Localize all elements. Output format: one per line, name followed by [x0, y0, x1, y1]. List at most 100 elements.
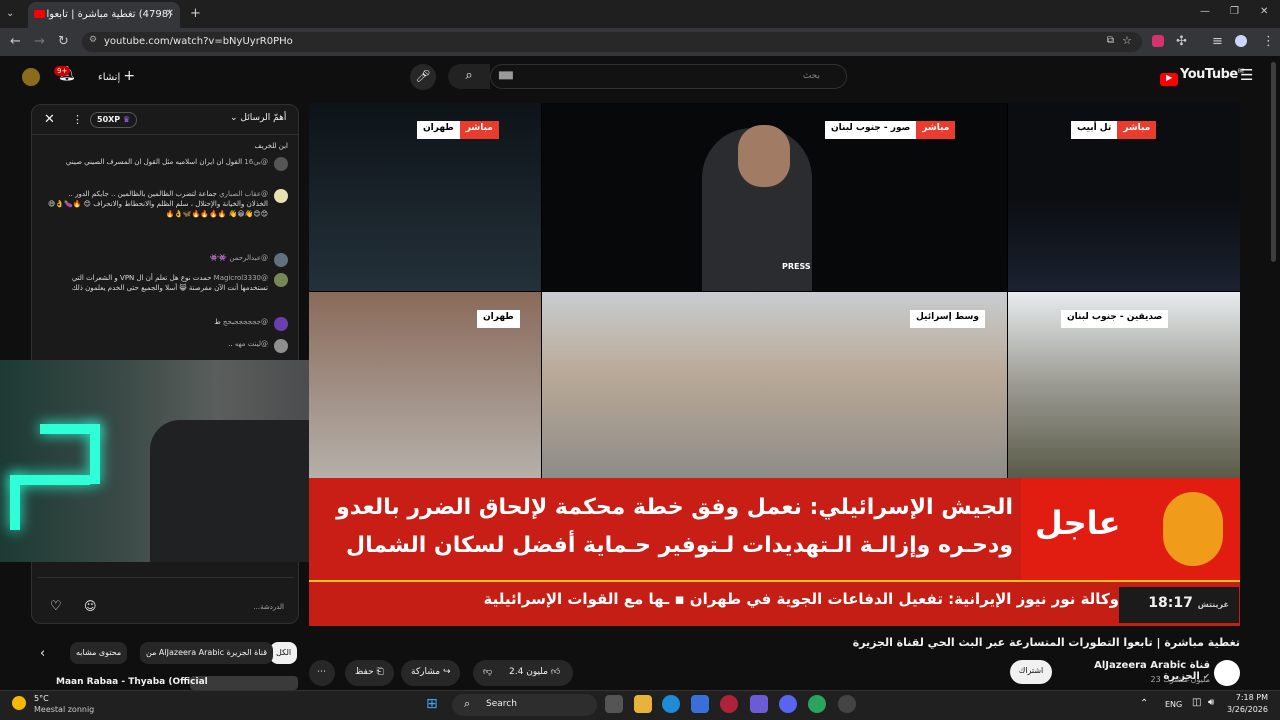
location-tag: تل أبيب مباشر — [1071, 121, 1157, 139]
share-button[interactable]: مشاركة ↪ — [401, 660, 461, 686]
app-icon[interactable] — [750, 695, 768, 713]
browser-menu-icon[interactable]: ⋮ — [1262, 34, 1275, 49]
tab-list-icon[interactable]: ⌄ — [6, 8, 14, 19]
bookmark-icon: ⎗ — [376, 667, 384, 677]
task-view-icon[interactable] — [605, 695, 623, 713]
app-icon-2[interactable] — [838, 695, 856, 713]
chat-author: @عقاب الصباري — [219, 190, 268, 198]
maximize-icon[interactable]: ❐ — [1230, 6, 1239, 17]
close-tab-icon[interactable]: ✕ — [166, 8, 174, 19]
clock-time[interactable]: 7:18 PM — [1222, 693, 1268, 702]
chat-message-fragment: ابن للخريف — [254, 142, 288, 150]
youtube-logo[interactable]: ▶ YouTubeBE — [1160, 67, 1244, 86]
youtube-favicon-icon — [34, 10, 45, 18]
like-thumb-icon[interactable]: 👍︎ — [551, 667, 560, 677]
install-app-icon[interactable]: ⧉ — [1107, 35, 1114, 46]
chat-author: @بي16 — [244, 158, 268, 166]
chat-avatar — [274, 273, 288, 287]
clock-date[interactable]: 3/26/2026 — [1222, 705, 1268, 714]
channel-avatar[interactable] — [1214, 660, 1240, 686]
chip-related[interactable]: محتوى مشابه — [70, 642, 128, 664]
tag-location: تل أبيب — [1071, 121, 1118, 139]
site-info-icon[interactable]: ⚙ — [89, 35, 97, 45]
more-actions-button[interactable]: ⋯ — [309, 660, 335, 686]
edge-icon[interactable] — [662, 695, 680, 713]
headline-line-2: ودحـره وإزالـة الـتهديدات لـتوفير حـماية… — [346, 533, 1013, 558]
forward-icon[interactable]: → — [34, 34, 45, 49]
search-button[interactable]: ⌕ — [448, 64, 490, 89]
profile-avatar-icon[interactable] — [1235, 35, 1247, 47]
discord-icon[interactable] — [779, 695, 797, 713]
dislike-button[interactable]: 👎︎ — [483, 667, 492, 677]
chat-avatar — [274, 189, 288, 203]
guide-menu-icon[interactable]: ☰ — [1240, 66, 1253, 84]
chat-message: @عبدالرحمن 👾👾 — [48, 253, 288, 267]
share-icon: ↪ — [442, 667, 451, 677]
chevron-down-icon: ⌄ — [230, 113, 238, 123]
on-air-clock: 18:17 غرينتش — [1119, 587, 1239, 623]
extension-icon[interactable] — [1152, 35, 1164, 47]
voice-search-mic-icon[interactable]: 🎤︎ — [410, 64, 436, 90]
subscriber-count: 23 مليون مشترك — [1150, 675, 1210, 684]
chat-message: @عقاب الصباري جماعة لتضرب الظالمين بالظا… — [48, 189, 288, 219]
file-explorer-icon[interactable] — [634, 695, 652, 713]
location-tag: طهران مباشر — [417, 121, 499, 139]
chat-mode-label: أهمّ الرسائل — [240, 113, 287, 123]
chat-mode-dropdown[interactable]: ⌄ أهمّ الرسائل — [230, 113, 286, 123]
like-count[interactable]: 2.4 مليون — [509, 667, 548, 677]
chat-text: .. — [228, 340, 233, 348]
extensions-puzzle-icon[interactable]: ✣ — [1176, 34, 1187, 49]
account-avatar[interactable] — [22, 68, 40, 86]
chat-text: ط — [214, 318, 221, 326]
tag-location: صور - جنوب لبنان — [825, 121, 917, 139]
location-tag: صديقين - جنوب لبنان — [1061, 310, 1169, 328]
back-icon[interactable]: ← — [10, 34, 21, 49]
reading-list-icon[interactable]: ≡ — [1212, 34, 1223, 49]
minimize-icon[interactable]: — — [1200, 6, 1210, 17]
chat-message: @Magicrol3330 حمدت نوع هل تعلم أن ال VPN… — [48, 273, 288, 293]
chat-input[interactable]: الدردشة... — [48, 599, 284, 617]
address-bar[interactable]: ⚙ youtube.com/watch?v=bNyUyrR0PHo ⧉ ☆ — [82, 32, 1142, 52]
create-button[interactable]: إنشاء + — [98, 68, 135, 84]
volume-icon[interactable]: 🔊︎ — [1208, 697, 1214, 708]
weather-temp[interactable]: 5°C — [34, 694, 49, 703]
taskbar-search[interactable]: ⌕ Search — [452, 694, 597, 716]
opera-icon[interactable] — [720, 695, 738, 713]
browser-tab-active[interactable]: (4798) تغطية مباشرة | تابعوا ✕ — [28, 2, 180, 28]
tray-overflow-icon[interactable]: ⌃ — [1140, 698, 1148, 709]
reload-icon[interactable]: ↻ — [58, 34, 69, 49]
youtube-play-logo-icon: ▶ — [1160, 73, 1178, 86]
logo-text: YouTube — [1180, 67, 1238, 82]
chat-message: @ججججججبحج ط — [48, 317, 288, 331]
weather-desc[interactable]: Meestal zonnig — [34, 705, 94, 714]
like-dislike-group: 👎︎ 2.4 مليون 👍︎ — [473, 660, 573, 686]
video-player[interactable]: طهران مباشر PRESS صور - جنوب لبنان مباشر ت… — [309, 103, 1240, 626]
close-window-icon[interactable]: ✕ — [1260, 6, 1268, 17]
tag-live: مباشر — [1117, 121, 1157, 139]
video-cell-tehran-damage: طهران — [309, 292, 541, 478]
store-icon[interactable] — [691, 695, 709, 713]
xp-badge[interactable]: 50XP ♛ — [90, 112, 138, 128]
chip-from-channel[interactable]: من AlJazeera Arabic قناة الجزيرة — [140, 642, 274, 664]
video-cell-telaviv: تل أبيب مباشر — [1008, 103, 1240, 291]
press-vest-label: PRESS — [782, 262, 811, 271]
network-icon[interactable]: ◫ — [1192, 697, 1201, 708]
chip-all[interactable]: الكل — [270, 642, 298, 664]
save-button[interactable]: حفظ ⎗ — [345, 660, 394, 686]
weather-sun-icon[interactable] — [12, 696, 26, 710]
chat-more-icon[interactable]: ⋮ — [72, 113, 83, 126]
chat-avatar — [274, 253, 288, 267]
page-scrollbar[interactable] — [1271, 62, 1276, 262]
bookmark-star-icon[interactable]: ☆ — [1122, 34, 1132, 47]
chrome-icon[interactable] — [808, 695, 826, 713]
windows-start-icon[interactable]: ⊞ — [426, 696, 438, 712]
search-input[interactable]: بحث ▆▆ — [490, 64, 847, 89]
subscribe-button[interactable]: اشتراك — [1010, 660, 1052, 684]
close-chat-icon[interactable]: ✕ — [44, 112, 55, 127]
input-language[interactable]: ENG — [1165, 700, 1182, 709]
new-tab-icon[interactable]: + — [190, 6, 201, 21]
chips-prev-arrow-icon[interactable]: ‹ — [40, 646, 45, 661]
breaking-headline: الجيش الإسرائيلي: نعمل وفق خطة محكمة لإل… — [333, 489, 1013, 565]
tag-live: مباشر — [459, 121, 499, 139]
next-video-title[interactable]: Maan Rabaa - Thyaba (Official — [56, 677, 208, 687]
